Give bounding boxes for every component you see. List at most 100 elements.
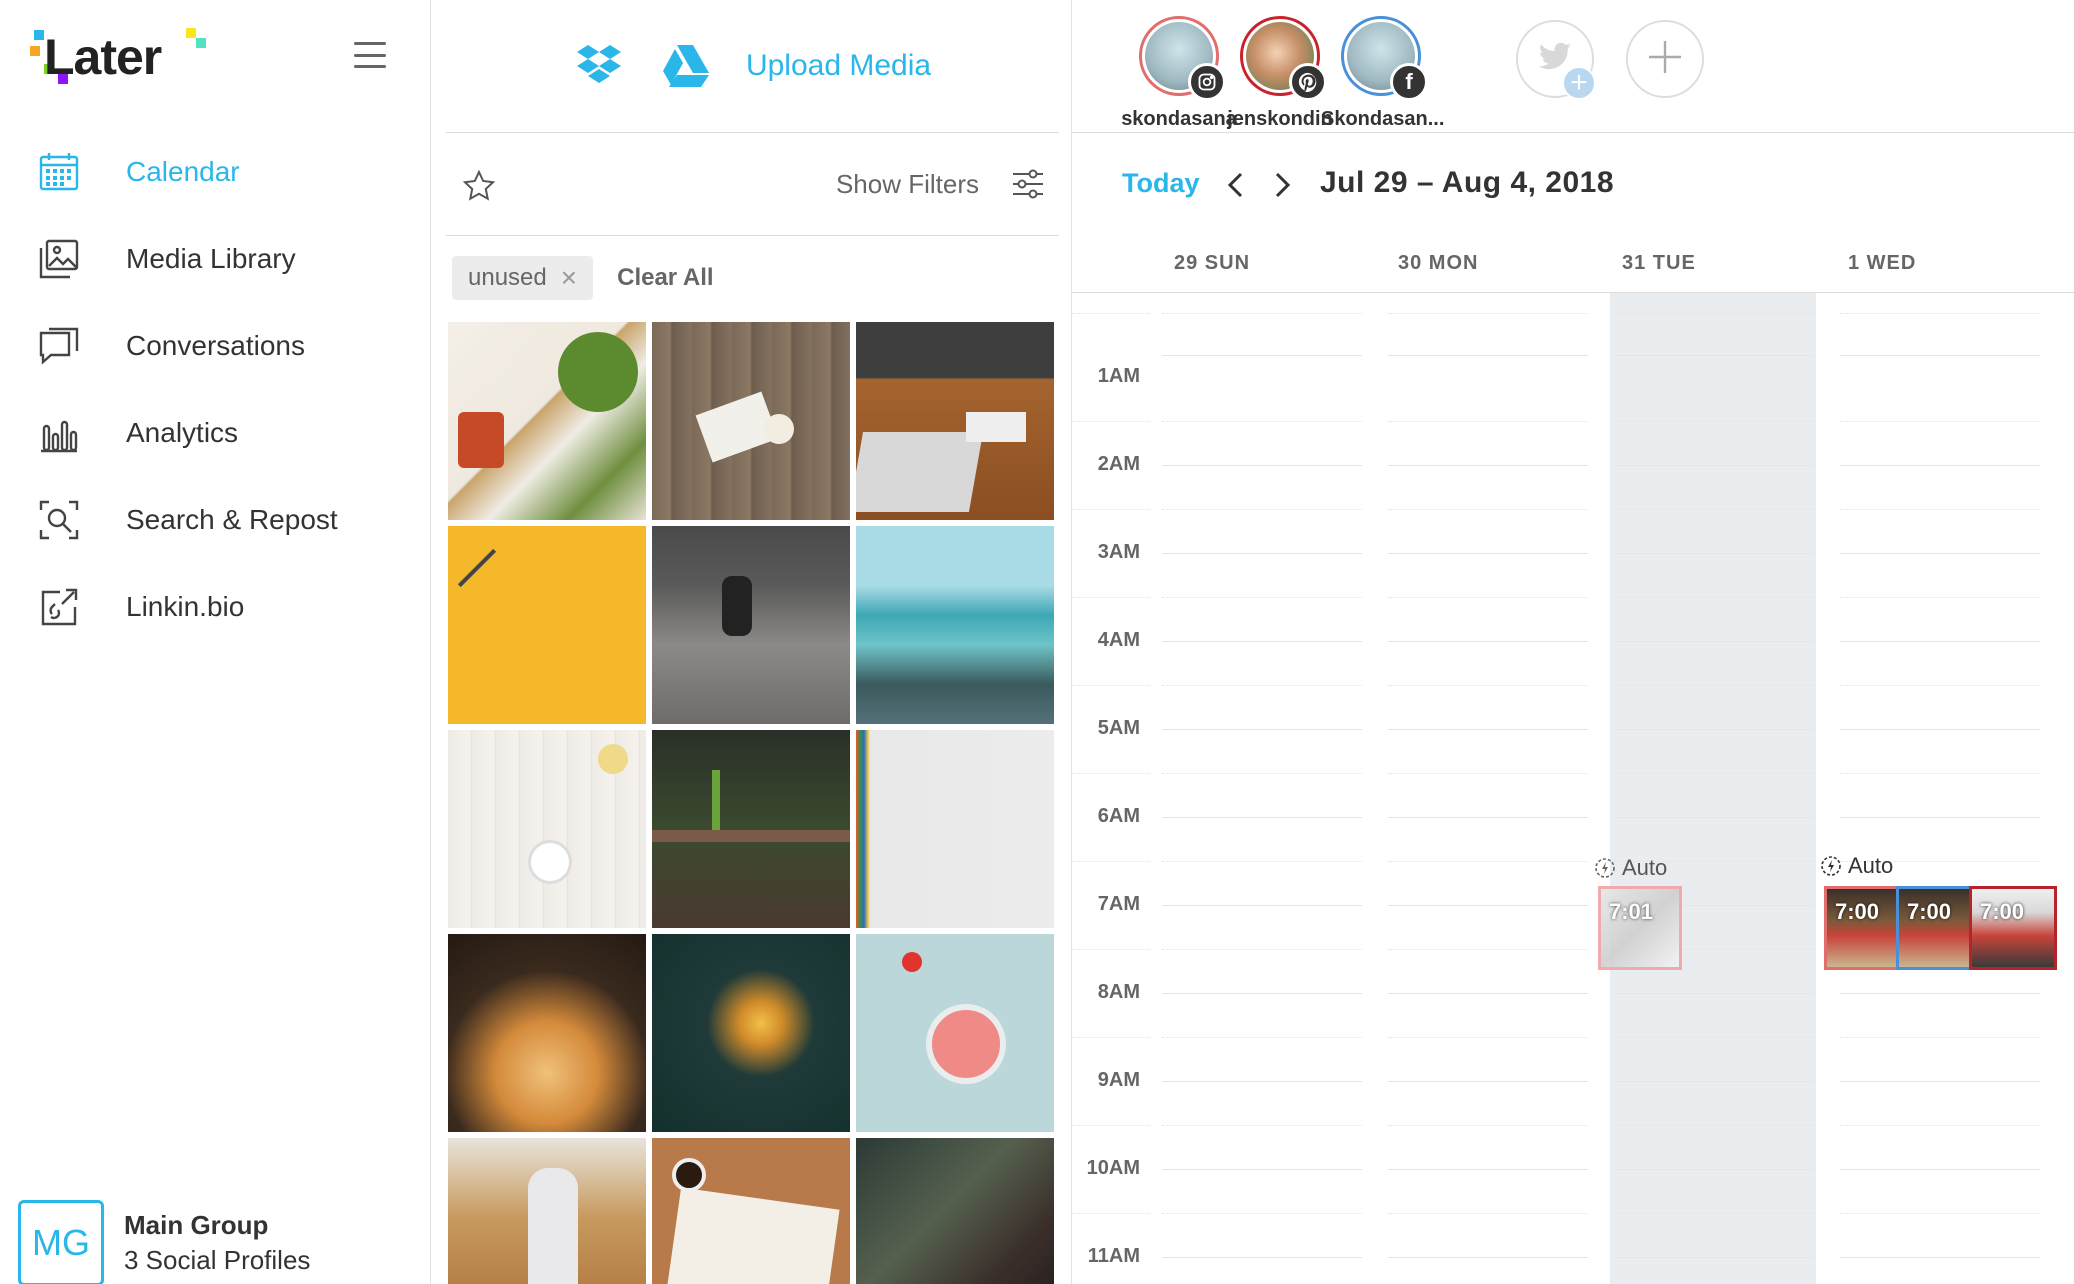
media-thumbnail[interactable] <box>448 730 646 928</box>
half-hour-line <box>1388 313 1588 314</box>
media-thumbnail[interactable] <box>652 1138 850 1284</box>
group-switcher[interactable]: MG Main Group 3 Social Profiles <box>18 1200 310 1284</box>
google-drive-icon[interactable] <box>660 41 710 91</box>
hour-label: 8AM <box>1097 981 1140 1003</box>
media-thumbnail[interactable] <box>856 730 1054 928</box>
post-time: 7:00 <box>1907 899 1952 924</box>
media-thumbnail[interactable] <box>856 526 1054 724</box>
smoothie-shape <box>926 1004 1006 1084</box>
sidebar-item-search-repost[interactable]: Search & Repost <box>0 476 431 563</box>
half-hour-line <box>1388 1037 1588 1038</box>
half-hour-line <box>1614 773 1814 774</box>
hour-line <box>1614 1169 1814 1170</box>
menu-toggle-button[interactable] <box>354 42 386 68</box>
linkin-bio-icon <box>38 586 80 628</box>
hour-label: 9AM <box>1097 1069 1140 1091</box>
media-thumbnail[interactable] <box>856 1138 1054 1284</box>
chevron-left-icon[interactable] <box>1224 171 1248 199</box>
half-hour-line <box>1072 1037 1150 1038</box>
laptop-shape <box>856 432 984 512</box>
sidebar-item-label: Search & Repost <box>126 503 338 535</box>
chevron-right-icon[interactable] <box>1270 171 1294 199</box>
media-thumbnail[interactable] <box>448 1138 646 1284</box>
notebook-shape <box>966 412 1026 442</box>
half-hour-line <box>1614 597 1814 598</box>
close-icon[interactable]: × <box>561 262 577 294</box>
media-grid <box>448 322 1056 1284</box>
calendar-panel: skondasana jenskondin f Skondasan... + T… <box>1072 0 2074 1284</box>
day-header: 29 SUN <box>1174 252 1251 274</box>
hour-label: 5AM <box>1097 717 1140 739</box>
scheduled-post-instagram[interactable]: 7:00 <box>1824 886 1900 970</box>
filter-tag-label: unused <box>468 264 547 291</box>
media-thumbnail[interactable] <box>448 526 646 724</box>
half-hour-line <box>1388 949 1588 950</box>
half-hour-line <box>1162 421 1362 422</box>
hour-line <box>1614 465 1814 466</box>
sidebar-item-analytics[interactable]: Analytics <box>0 389 431 476</box>
show-filters-button[interactable]: Show Filters <box>836 169 979 200</box>
mug-shape <box>458 412 504 468</box>
media-thumbnail[interactable] <box>856 322 1054 520</box>
half-hour-line <box>1840 685 2040 686</box>
auto-publish-icon <box>1821 856 1841 876</box>
profile-name: Skondasan... <box>1321 108 1445 130</box>
media-thumbnail[interactable] <box>856 934 1054 1132</box>
add-profile-button[interactable] <box>1626 20 1704 98</box>
pencil-shape <box>457 548 497 588</box>
hour-label: 11AM <box>1087 1245 1140 1267</box>
sidebar-item-linkin-bio[interactable]: Linkin.bio <box>0 563 431 650</box>
scheduled-post-facebook[interactable]: 7:00 <box>1896 886 1972 970</box>
group-avatar: MG <box>18 1200 104 1284</box>
add-twitter-profile-button[interactable]: + <box>1516 20 1596 100</box>
upload-media-button[interactable]: Upload Media <box>746 49 931 83</box>
media-thumbnail[interactable] <box>448 322 646 520</box>
upload-bar: Upload Media <box>446 0 1059 133</box>
auto-label: Auto <box>1622 855 1668 880</box>
hour-line <box>1162 641 1362 642</box>
later-logo[interactable]: Later <box>30 28 206 85</box>
clear-all-button[interactable]: Clear All <box>617 264 713 292</box>
hamburger-line <box>354 65 386 68</box>
hour-line <box>1614 993 1814 994</box>
person-shape <box>722 576 752 636</box>
half-hour-line <box>1162 861 1362 862</box>
media-thumbnail[interactable] <box>448 934 646 1132</box>
hour-label: 10AM <box>1086 1157 1140 1179</box>
hamburger-line <box>354 53 386 57</box>
sidebar-item-label: Conversations <box>126 329 305 361</box>
group-profile-count: 3 Social Profiles <box>124 1245 311 1275</box>
half-hour-line <box>1072 509 1150 510</box>
dropbox-icon[interactable] <box>574 41 624 91</box>
hour-line <box>1388 817 1588 818</box>
filter-sliders-icon[interactable] <box>1011 167 1045 201</box>
scheduled-post-instagram[interactable]: 7:01 <box>1598 886 1682 970</box>
sidebar-item-calendar[interactable]: Calendar <box>0 128 431 215</box>
date-range: Jul 29 – Aug 4, 2018 <box>1320 166 1615 199</box>
facebook-icon: f <box>1390 63 1428 101</box>
profile-facebook[interactable]: f Skondasan... <box>1321 16 1445 131</box>
filter-tag-unused: unused × <box>452 256 594 300</box>
sidebar-item-media-library[interactable]: Media Library <box>0 215 431 302</box>
half-hour-line <box>1614 1213 1814 1214</box>
today-column <box>1610 293 1816 1284</box>
half-hour-line <box>1388 1125 1588 1126</box>
media-panel: Upload Media Show Filters unused × Clear… <box>432 0 1072 1284</box>
star-icon[interactable] <box>462 169 496 203</box>
hour-line <box>1840 1081 2040 1082</box>
media-thumbnail[interactable] <box>652 322 850 520</box>
media-thumbnail[interactable] <box>652 934 850 1132</box>
profile-avatar <box>1240 16 1327 101</box>
half-hour-line <box>1388 685 1588 686</box>
scheduled-post-pinterest[interactable]: 7:00 <box>1969 886 2057 970</box>
sidebar: Later Calendar Media Library Conversatio… <box>0 0 431 1284</box>
media-thumbnail[interactable] <box>652 526 850 724</box>
half-hour-line <box>1072 1125 1150 1126</box>
lemon-shape <box>598 744 628 774</box>
logo-pixel <box>34 30 44 40</box>
hour-line <box>1388 1081 1588 1082</box>
today-button[interactable]: Today <box>1122 168 1200 199</box>
sidebar-item-conversations[interactable]: Conversations <box>0 302 431 389</box>
half-hour-line <box>1072 1213 1150 1214</box>
media-thumbnail[interactable] <box>652 730 850 928</box>
